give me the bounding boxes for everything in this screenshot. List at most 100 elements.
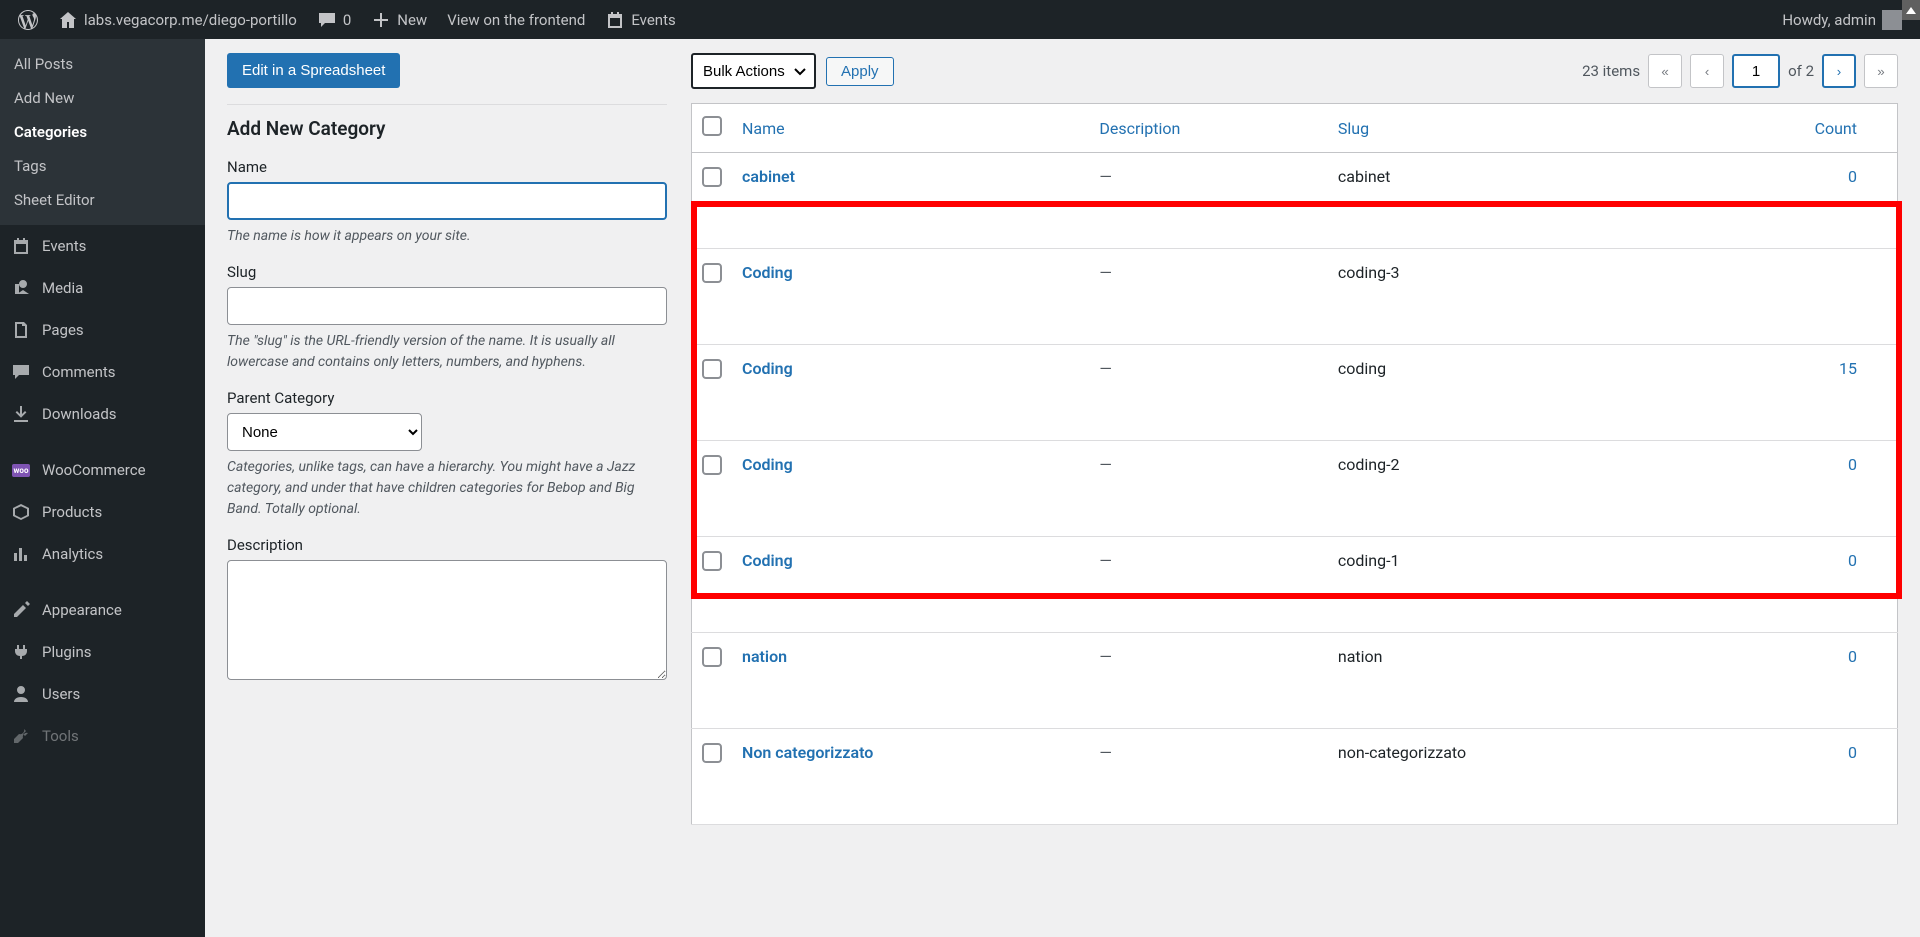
view-frontend-link[interactable]: View on the frontend [437, 0, 595, 39]
category-count-link[interactable]: 0 [1848, 167, 1857, 186]
plus-icon [371, 10, 391, 30]
scroll-up-indicator[interactable] [1902, 0, 1920, 20]
menu-analytics[interactable]: Analytics [0, 533, 205, 575]
items-count: 23 items [1582, 62, 1640, 80]
row-checkbox[interactable] [702, 263, 722, 283]
row-checkbox[interactable] [702, 455, 722, 475]
avatar [1882, 10, 1902, 30]
category-count-link[interactable]: 0 [1848, 647, 1857, 666]
category-slug: non-categorizzato [1328, 729, 1678, 825]
site-link[interactable]: labs.vegacorp.me/diego-portillo [48, 0, 307, 39]
slug-input[interactable] [227, 287, 667, 325]
last-page-button[interactable]: » [1864, 54, 1898, 88]
category-count-link[interactable]: 0 [1848, 743, 1857, 762]
apply-button[interactable]: Apply [826, 57, 894, 86]
comments-link[interactable]: 0 [307, 0, 361, 39]
category-name-link[interactable]: nation [742, 647, 787, 666]
wp-logo[interactable] [8, 0, 48, 39]
menu-tools[interactable]: Tools [0, 715, 205, 757]
category-name-link[interactable]: Non categorizzato [742, 743, 873, 762]
categories-table: Name Description Slug Count cabinet — ca… [691, 103, 1898, 825]
category-slug: cabinet [1328, 153, 1678, 249]
menu-plugins[interactable]: Plugins [0, 631, 205, 673]
menu-events[interactable]: Events [0, 225, 205, 267]
category-count-link[interactable]: 0 [1848, 551, 1857, 570]
admin-bar: labs.vegacorp.me/diego-portillo 0 New Vi… [0, 0, 1920, 39]
comment-icon [10, 361, 32, 383]
slug-label: Slug [227, 263, 667, 281]
categories-table-column: Bulk Actions Apply 23 items « ‹ of 2 › » [691, 53, 1898, 825]
download-icon [10, 403, 32, 425]
next-page-button[interactable]: › [1822, 54, 1856, 88]
bulk-actions-select[interactable]: Bulk Actions [691, 53, 816, 89]
table-row: nation — nation 0 [692, 633, 1898, 729]
submenu-all-posts[interactable]: All Posts [0, 47, 205, 81]
row-checkbox[interactable] [702, 167, 722, 187]
category-name-link[interactable]: Coding [742, 551, 793, 570]
content-area: Edit in a Spreadsheet Add New Category N… [205, 39, 1920, 937]
category-name-link[interactable]: Coding [742, 455, 793, 474]
menu-pages[interactable]: Pages [0, 309, 205, 351]
select-all-checkbox[interactable] [702, 116, 722, 136]
slug-help: The "slug" is the URL-friendly version o… [227, 331, 667, 373]
header-name[interactable]: Name [742, 119, 785, 138]
user-icon [10, 683, 32, 705]
category-count-link[interactable]: 0 [1848, 455, 1857, 474]
pagination: 23 items « ‹ of 2 › » [1582, 54, 1898, 88]
parent-select[interactable]: None [227, 413, 422, 451]
new-link[interactable]: New [361, 0, 437, 39]
name-label: Name [227, 158, 667, 176]
category-name-link[interactable]: cabinet [742, 167, 795, 186]
howdy-user[interactable]: Howdy, admin [1772, 0, 1912, 39]
category-slug: coding-1 [1328, 537, 1678, 633]
header-slug[interactable]: Slug [1338, 119, 1369, 138]
category-slug: coding [1328, 345, 1678, 441]
table-row: cabinet — cabinet 0 [692, 153, 1898, 249]
current-page-input[interactable] [1732, 54, 1780, 88]
name-input[interactable] [227, 182, 667, 220]
header-count[interactable]: Count [1815, 119, 1857, 138]
category-description: — [1089, 729, 1328, 825]
category-count-link[interactable]: 15 [1839, 359, 1857, 378]
row-checkbox[interactable] [702, 359, 722, 379]
submenu-sheet-editor[interactable]: Sheet Editor [0, 183, 205, 217]
first-page-button[interactable]: « [1648, 54, 1682, 88]
events-link[interactable]: Events [595, 0, 685, 39]
parent-label: Parent Category [227, 389, 667, 407]
edit-spreadsheet-button[interactable]: Edit in a Spreadsheet [227, 53, 400, 88]
menu-comments[interactable]: Comments [0, 351, 205, 393]
site-name: labs.vegacorp.me/diego-portillo [84, 11, 297, 29]
category-slug: coding-2 [1328, 441, 1678, 537]
menu-media[interactable]: Media [0, 267, 205, 309]
comment-icon [317, 10, 337, 30]
menu-woocommerce[interactable]: woo WooCommerce [0, 449, 205, 491]
table-row: Coding — coding 15 [692, 345, 1898, 441]
header-description[interactable]: Description [1099, 119, 1180, 138]
menu-appearance[interactable]: Appearance [0, 589, 205, 631]
category-name-link[interactable]: Coding [742, 359, 793, 378]
submenu-categories[interactable]: Categories [0, 115, 205, 149]
submenu-tags[interactable]: Tags [0, 149, 205, 183]
home-icon [58, 10, 78, 30]
menu-downloads[interactable]: Downloads [0, 393, 205, 435]
menu-products[interactable]: Products [0, 491, 205, 533]
row-checkbox[interactable] [702, 743, 722, 763]
add-category-heading: Add New Category [227, 117, 667, 140]
description-label: Description [227, 536, 667, 554]
admin-sidebar: All Posts Add New Categories Tags Sheet … [0, 39, 205, 937]
row-checkbox[interactable] [702, 647, 722, 667]
row-checkbox[interactable] [702, 551, 722, 571]
new-label: New [397, 11, 427, 29]
description-textarea[interactable] [227, 560, 667, 680]
prev-page-button[interactable]: ‹ [1690, 54, 1724, 88]
table-row: Coding — coding-2 0 [692, 441, 1898, 537]
woocommerce-icon: woo [10, 459, 32, 481]
comment-count: 0 [343, 11, 351, 29]
category-description: — [1089, 633, 1328, 729]
page-icon [10, 319, 32, 341]
submenu-add-new[interactable]: Add New [0, 81, 205, 115]
add-category-form-column: Edit in a Spreadsheet Add New Category N… [227, 53, 667, 700]
menu-users[interactable]: Users [0, 673, 205, 715]
category-name-link[interactable]: Coding [742, 263, 793, 282]
table-row: Coding — coding-3 [692, 249, 1898, 345]
